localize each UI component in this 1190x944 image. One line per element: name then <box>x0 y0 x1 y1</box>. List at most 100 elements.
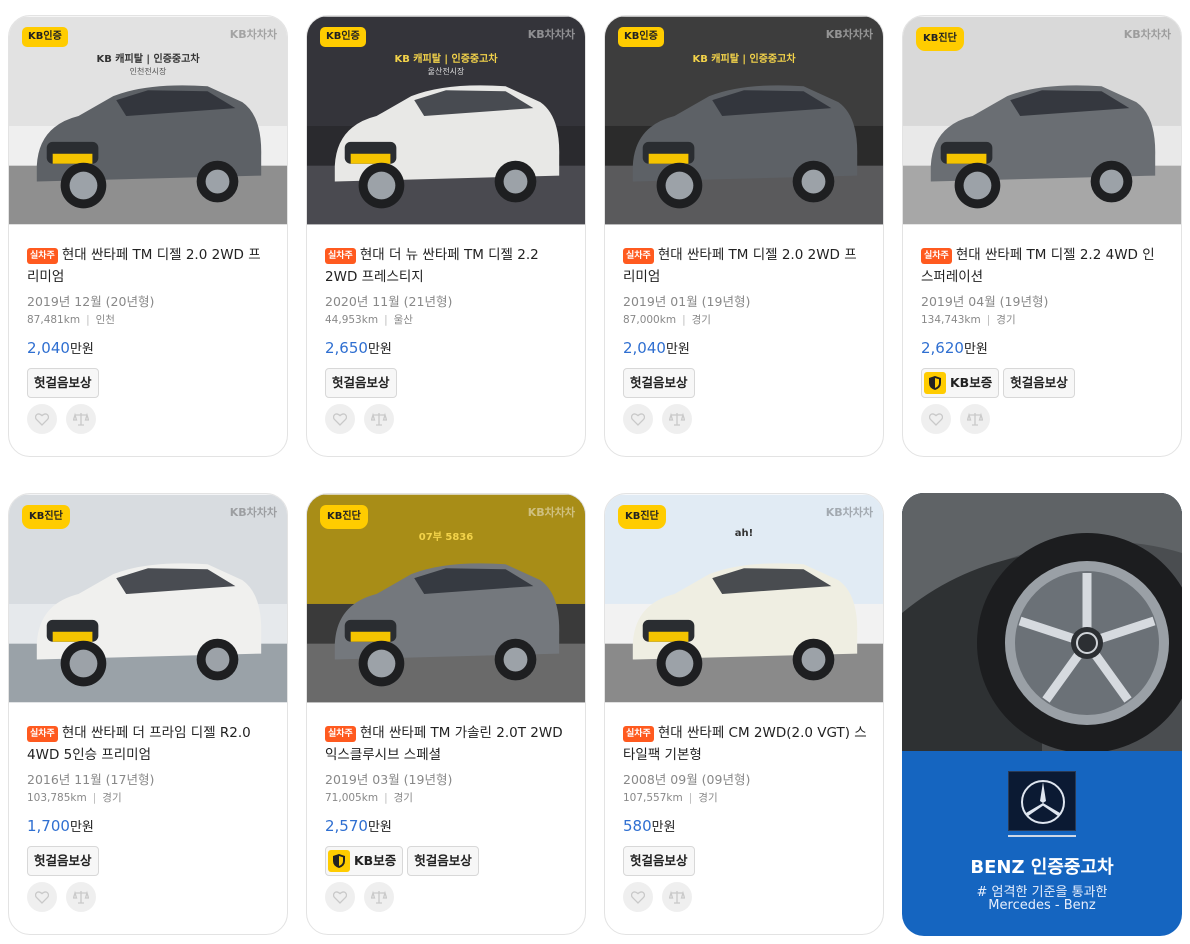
watermark: KB차차차 <box>229 506 277 519</box>
car-photo-area[interactable]: KB인증 KB차차차 KB 캐피탈 | 인증중고차 <box>605 16 883 225</box>
meta-separator: | <box>682 314 686 326</box>
favorite-button[interactable] <box>623 404 653 434</box>
compensation-tag: 헛걸음보상 <box>325 368 397 398</box>
car-tags: 헛걸음보상 <box>325 368 571 398</box>
car-title[interactable]: 실차주 현대 더 뉴 싼타페 TM 디젤 2.2 2WD 프레스티지 <box>325 244 571 288</box>
car-year: 2019년 04월 (19년형) <box>921 294 1049 309</box>
shield-icon <box>924 372 946 394</box>
watermark: KB차차차 <box>527 506 575 519</box>
compare-button[interactable] <box>364 404 394 434</box>
compare-button[interactable] <box>66 882 96 912</box>
car-title[interactable]: 실차주 현대 싼타페 더 프라임 디젤 R2.0 4WD 5인승 프리미엄 <box>27 722 273 766</box>
car-meta: 44,953km | 울산 <box>325 311 571 329</box>
car-photo-area[interactable]: KB진단 KB차차차 07부 5836 <box>307 494 585 703</box>
card-actions <box>623 404 869 434</box>
promo-photo <box>902 493 1182 753</box>
photo-sign-subtext: 인천전시장 <box>129 67 167 76</box>
price-value: 2,570 <box>325 817 368 835</box>
watermark: KB차차차 <box>825 506 873 519</box>
car-title[interactable]: 실차주 현대 싼타페 TM 가솔린 2.0T 2WD 익스클루시브 스페셜 <box>325 722 571 766</box>
compare-button[interactable] <box>66 404 96 434</box>
favorite-button[interactable] <box>27 404 57 434</box>
watermark: KB차차차 <box>527 28 575 41</box>
car-card[interactable]: KB진단 KB차차차 07부 5836 실차주 현대 싼타페 TM 가솔린 2.0T 2… <box>306 493 586 935</box>
favorite-button[interactable] <box>27 882 57 912</box>
favorite-button[interactable] <box>325 404 355 434</box>
car-card[interactable]: KB인증 KB차차차 KB 캐피탈 | 인증중고차실차주 현대 싼타페 TM 디젤 2… <box>604 15 884 457</box>
compare-button[interactable] <box>662 404 692 434</box>
compare-button[interactable] <box>364 882 394 912</box>
scale-icon <box>967 412 983 426</box>
heart-icon <box>333 412 347 426</box>
owner-tag: 실차주 <box>623 726 654 742</box>
car-photo-area[interactable]: KB진단 KB차차차 <box>9 494 287 703</box>
car-price: 2,040만원 <box>27 337 273 361</box>
car-photo-area[interactable]: KB진단 KB차차차 ah! <box>605 494 883 703</box>
car-photo-area[interactable]: KB인증 KB차차차 KB 캐피탈 | 인증중고차 인천전시장 <box>9 16 287 225</box>
car-title-text: 현대 싼타페 TM 가솔린 2.0T 2WD 익스클루시브 스페셜 <box>325 725 563 763</box>
photo-sign-text: KB 캐피탈 | 인증중고차 <box>394 54 498 65</box>
car-photo <box>307 16 585 225</box>
kb-badge: KB인증 <box>22 27 68 47</box>
favorite-button[interactable] <box>921 404 951 434</box>
photo-sign-text: KB 캐피탈 | 인증중고차 <box>692 54 796 65</box>
car-card[interactable]: KB인증 KB차차차 KB 캐피탈 | 인증중고차 울산전시장 실차주 현대 더 뉴 싼타… <box>306 15 586 457</box>
car-photo-area[interactable]: KB인증 KB차차차 KB 캐피탈 | 인증중고차 울산전시장 <box>307 16 585 225</box>
car-photo <box>9 16 287 225</box>
car-price: 2,620만원 <box>921 337 1167 361</box>
car-info: 실차주 현대 더 뉴 싼타페 TM 디젤 2.2 2WD 프레스티지 2020년 1… <box>325 244 571 434</box>
owner-tag: 실차주 <box>623 248 654 264</box>
car-title[interactable]: 실차주 현대 싼타페 TM 디젤 2.0 2WD 프리미엄 <box>623 244 869 288</box>
compensation-tag: 헛걸음보상 <box>1003 368 1075 398</box>
compare-button[interactable] <box>662 882 692 912</box>
car-price: 2,040만원 <box>623 337 869 361</box>
car-region: 경기 <box>393 792 413 804</box>
car-info: 실차주 현대 싼타페 TM 디젤 2.2 4WD 인스퍼레이션 2019년 04월 … <box>921 244 1167 434</box>
car-title[interactable]: 실차주 현대 싼타페 TM 디젤 2.0 2WD 프리미엄 <box>27 244 273 288</box>
scale-icon <box>669 890 685 904</box>
kb-warranty-tag: KB보증 <box>325 846 404 876</box>
owner-tag: 실차주 <box>921 248 952 264</box>
card-actions <box>325 404 571 434</box>
car-title-text: 현대 싼타페 TM 디젤 2.0 2WD 프리미엄 <box>27 247 261 285</box>
car-card[interactable]: KB진단 KB차차차 ah! 실차주 현대 싼타페 CM 2WD(2.0 VGT) 스타… <box>604 493 884 935</box>
scale-icon <box>669 412 685 426</box>
photo-sign-text: KB 캐피탈 | 인증중고차 <box>96 54 200 65</box>
car-info: 실차주 현대 싼타페 TM 가솔린 2.0T 2WD 익스클루시브 스페셜 2019… <box>325 722 571 912</box>
compensation-tag: 헛걸음보상 <box>623 846 695 876</box>
meta-separator: | <box>384 792 388 804</box>
kb-badge: KB진단 <box>618 505 666 529</box>
favorite-button[interactable] <box>623 882 653 912</box>
car-card[interactable]: KB인증 KB차차차 KB 캐피탈 | 인증중고차 인천전시장 실차주 현대 싼타페 TM… <box>8 15 288 457</box>
car-year: 2020년 11월 (21년형) <box>325 294 453 309</box>
car-card[interactable]: KB진단 KB차차차실차주 현대 싼타페 TM 디젤 2.2 4WD 인스퍼레이션 2… <box>902 15 1182 457</box>
car-photo-area[interactable]: KB진단 KB차차차 <box>903 16 1181 225</box>
price-value: 2,040 <box>27 339 70 357</box>
car-tags: 헛걸음보상 <box>623 368 869 398</box>
compensation-tag: 헛걸음보상 <box>27 846 99 876</box>
price-value: 2,040 <box>623 339 666 357</box>
watermark: KB차차차 <box>1123 28 1171 41</box>
car-price: 2,650만원 <box>325 337 571 361</box>
car-mileage: 44,953km <box>325 314 379 326</box>
car-title-text: 현대 더 뉴 싼타페 TM 디젤 2.2 2WD 프레스티지 <box>325 247 539 285</box>
car-info: 실차주 현대 싼타페 CM 2WD(2.0 VGT) 스타일팩 기본형 2008년 … <box>623 722 869 912</box>
car-card[interactable]: KB진단 KB차차차실차주 현대 싼타페 더 프라임 디젤 R2.0 4WD 5인승… <box>8 493 288 935</box>
benz-promo-banner[interactable]: BENZ 인증중고차 # 엄격한 기준을 통과한 Mercedes - Benz <box>902 493 1182 936</box>
car-title[interactable]: 실차주 현대 싼타페 TM 디젤 2.2 4WD 인스퍼레이션 <box>921 244 1167 288</box>
car-price: 580만원 <box>623 815 869 839</box>
price-value: 2,650 <box>325 339 368 357</box>
benz-wheel-image <box>902 493 1182 753</box>
car-title[interactable]: 실차주 현대 싼타페 CM 2WD(2.0 VGT) 스타일팩 기본형 <box>623 722 869 766</box>
kb-badge: KB진단 <box>916 27 964 51</box>
car-info: 실차주 현대 싼타페 TM 디젤 2.0 2WD 프리미엄 2019년 12월 (2… <box>27 244 273 434</box>
scale-icon <box>73 412 89 426</box>
kb-warranty-tag: KB보증 <box>921 368 1000 398</box>
compensation-tag: 헛걸음보상 <box>27 368 99 398</box>
compare-button[interactable] <box>960 404 990 434</box>
favorite-button[interactable] <box>325 882 355 912</box>
price-unit: 만원 <box>69 342 94 357</box>
car-title-text: 현대 싼타페 TM 디젤 2.0 2WD 프리미엄 <box>623 247 857 285</box>
car-region: 경기 <box>691 314 711 326</box>
price-unit: 만원 <box>367 820 392 835</box>
